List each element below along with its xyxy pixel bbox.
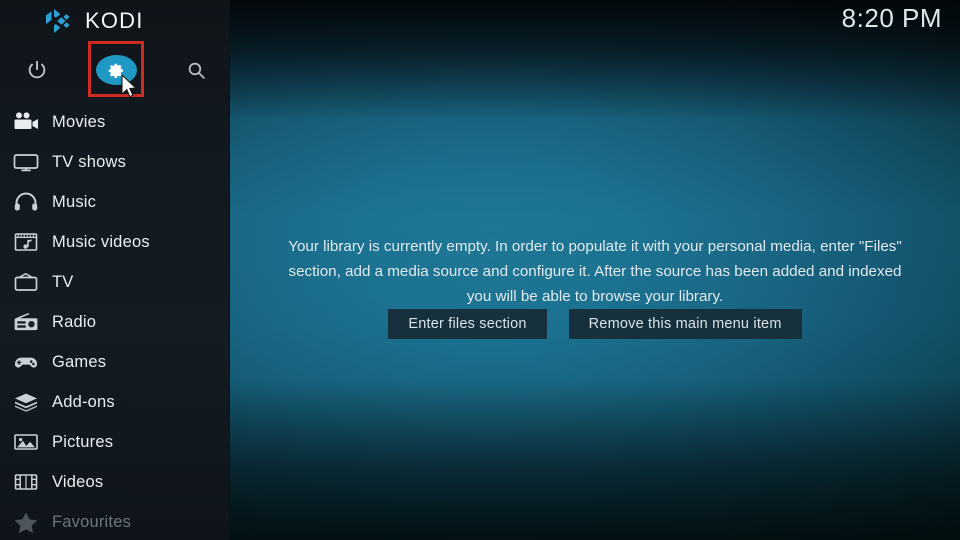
content-area: Your library is currently empty. In orde… [230,0,960,540]
power-icon[interactable] [9,42,65,98]
gamepad-icon [10,349,42,375]
addon-box-icon [10,389,42,415]
radio-icon [10,309,42,335]
picture-icon [10,429,42,455]
sidebar-item-games[interactable]: Games [0,342,230,382]
sidebar-item-music-videos[interactable]: Music videos [0,222,230,262]
film-strip-icon [10,469,42,495]
sidebar-item-label: Games [52,352,107,371]
retro-tv-icon [10,269,42,295]
star-icon [10,509,42,535]
sidebar-item-label: TV shows [52,152,127,171]
sidebar-item-music[interactable]: Music [0,182,230,222]
sidebar-item-pictures[interactable]: Pictures [0,422,230,462]
sidebar-item-label: Videos [52,472,104,491]
top-icon-bar [0,42,230,98]
power-glyph [28,60,46,79]
sidebar-item-radio[interactable]: Radio [0,302,230,342]
sidebar-item-label: Favourites [52,512,132,531]
television-icon [10,149,42,175]
kodi-home-screen: KODI Movies TV shows Music Music videos … [0,0,960,540]
sidebar-item-label: Add-ons [52,392,115,411]
headphones-icon [10,189,42,215]
remove-main-menu-item-button[interactable]: Remove this main menu item [568,309,802,339]
mouse-cursor-icon [121,74,137,98]
search-glyph [188,62,205,79]
sidebar-menu: Movies TV shows Music Music videos TV Ra… [0,102,230,540]
sidebar-item-add-ons[interactable]: Add-ons [0,382,230,422]
empty-library-message: Your library is currently empty. In orde… [288,238,902,305]
sidebar-item-label: TV [52,272,74,291]
sidebar-item-movies[interactable]: Movies [0,102,230,142]
sidebar-item-favourites[interactable]: Favourites [0,502,230,540]
sidebar-item-label: Music [52,192,97,211]
content-button-row: Enter files section Remove this main men… [280,309,910,339]
sidebar-item-label: Pictures [52,432,114,451]
sidebar-item-videos[interactable]: Videos [0,462,230,502]
sidebar-item-label: Radio [52,312,97,331]
sidebar-item-label: Music videos [52,232,150,251]
music-video-icon [10,229,42,255]
kodi-logo-icon [46,9,70,33]
enter-files-section-button[interactable]: Enter files section [388,309,547,339]
app-logo: KODI [0,0,230,42]
sidebar: KODI Movies TV shows Music Music videos … [0,0,230,540]
sidebar-item-label: Movies [52,112,106,131]
sidebar-item-tv[interactable]: TV [0,262,230,302]
sidebar-item-tv-shows[interactable]: TV shows [0,142,230,182]
app-name: KODI [85,8,144,33]
search-icon[interactable] [168,42,224,98]
movie-camera-icon [10,109,42,135]
